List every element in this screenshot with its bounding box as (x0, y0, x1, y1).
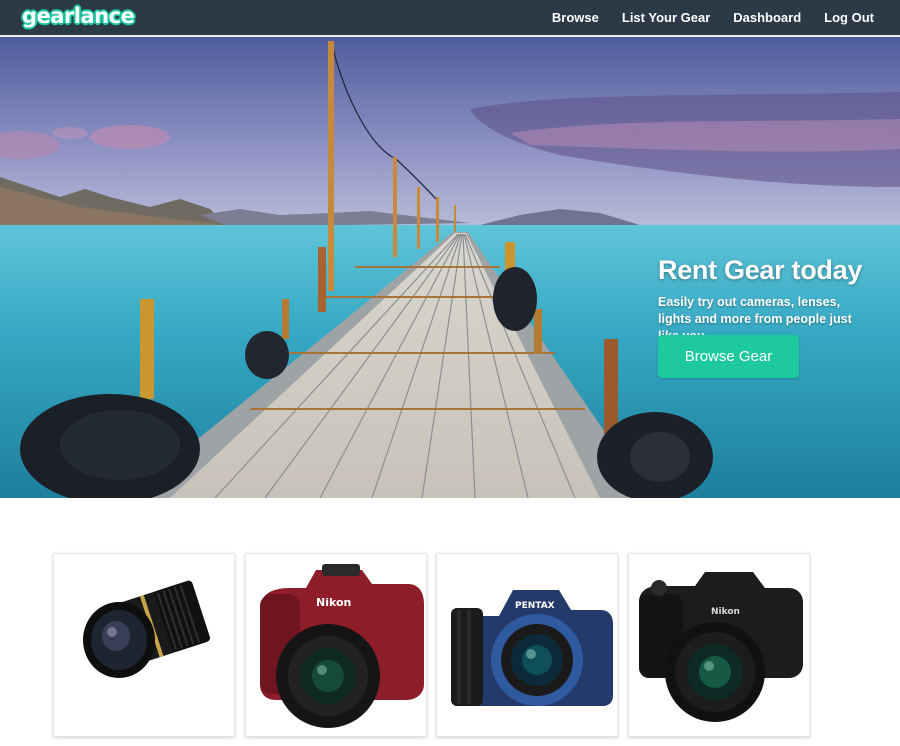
camera-brand-text: Nikon (316, 596, 351, 609)
product-card-red-nikon-camera[interactable]: Nikon (245, 553, 427, 737)
product-cards: Nikon PENTAX Nikon (53, 553, 813, 737)
nav-link-browse[interactable]: Browse (552, 10, 599, 25)
nav-link-dashboard[interactable]: Dashboard (733, 10, 801, 25)
navbar: gearlance Browse List Your Gear Dashboar… (0, 0, 900, 37)
logo[interactable]: gearlance (22, 4, 135, 28)
hero-section: Rent Gear today Easily try out cameras, … (0, 37, 900, 498)
camera-brand-text: PENTAX (515, 601, 555, 611)
nav-links: Browse List Your Gear Dashboard Log Out (552, 0, 874, 35)
product-card-lens[interactable] (53, 553, 235, 737)
camera-brand-text: Nikon (711, 607, 740, 617)
product-card-blue-pentax-camera[interactable]: PENTAX (436, 553, 618, 737)
red-nikon-camera-image: Nikon (260, 564, 424, 728)
lens-image (83, 580, 211, 678)
product-card-black-nikon-camera[interactable]: Nikon (628, 553, 810, 737)
nav-link-log-out[interactable]: Log Out (824, 10, 874, 25)
blue-pentax-camera-image: PENTAX (451, 590, 613, 706)
hero-title: Rent Gear today (658, 255, 863, 285)
hero-copy: Rent Gear today Easily try out cameras, … (658, 255, 898, 378)
black-nikon-camera-image: Nikon (639, 572, 803, 722)
browse-gear-button[interactable]: Browse Gear (658, 335, 799, 378)
nav-link-list-your-gear[interactable]: List Your Gear (622, 10, 710, 25)
